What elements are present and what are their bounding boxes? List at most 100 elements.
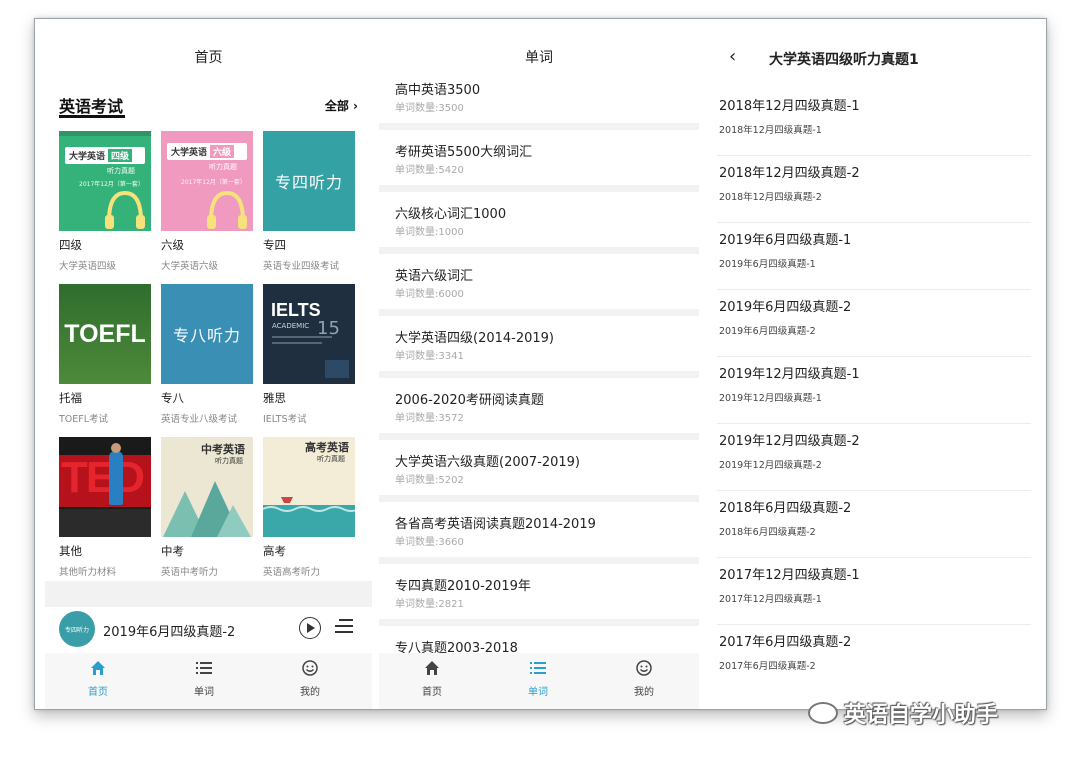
- card-name: 专八: [161, 391, 184, 405]
- list-icon: [169, 659, 239, 677]
- app-screenshot-frame: 首页 英语考试 全部 › 大学英语 四级 听力真题 2017年12月（第一套）: [34, 18, 1047, 710]
- list-item[interactable]: 大学英语四级(2014-2019) 单词数量:3341: [379, 323, 699, 385]
- playlist-icon[interactable]: [335, 617, 353, 635]
- exam-card-gaokao[interactable]: 高考英语 听力真题 高考 英语高考听力: [263, 437, 355, 578]
- card-sub: 英语高考听力: [263, 567, 321, 578]
- word-book-count: 单词数量:3500: [395, 103, 464, 114]
- list-item[interactable]: 2017年12月四级真题-1 2017年12月四级真题-1: [717, 558, 1031, 625]
- cover-zhongkao-sub: 听力真题: [215, 457, 243, 465]
- list-item[interactable]: 考研英语5500大纲词汇 单词数量:5420: [379, 137, 699, 199]
- list-item[interactable]: 2019年12月四级真题-2 2019年12月四级真题-2: [717, 424, 1031, 491]
- exam-card-ielts[interactable]: IELTS ACADEMIC 15 雅思 IELTS考试: [263, 284, 355, 425]
- cover-cet6-tag: 六级: [210, 145, 235, 158]
- cover-zhongkao-text: 中考英语: [201, 443, 245, 456]
- list-item[interactable]: 2017年6月四级真题-2 2017年6月四级真题-2: [717, 625, 1031, 692]
- tab-words[interactable]: 单词: [169, 659, 239, 698]
- see-all-link[interactable]: 全部 ›: [325, 97, 358, 114]
- tab-label: 单词: [528, 687, 548, 698]
- episode-subtitle: 2017年6月四级真题-2: [719, 661, 816, 672]
- exam-card-tem8[interactable]: 专八听力 专八 英语专业八级考试: [161, 284, 253, 425]
- word-book-count: 单词数量:3660: [395, 537, 464, 548]
- cover-ielts-text: IELTS: [271, 300, 321, 320]
- episode-subtitle: 2019年12月四级真题-1: [719, 393, 822, 404]
- exam-card-other[interactable]: TED 其他 其他听力材料: [59, 437, 151, 578]
- list-icon: [503, 659, 573, 677]
- exam-card-cet6[interactable]: 大学英语 六级 听力真题 2017年12月（第一套） 六级 大学英语六级: [161, 131, 253, 272]
- episode-subtitle: 2019年6月四级真题-2: [719, 326, 816, 337]
- cover-tem8-text: 专八听力: [172, 326, 241, 345]
- list-item[interactable]: 大学英语六级真题(2007-2019) 单词数量:5202: [379, 447, 699, 509]
- cover-tem4-text: 专四听力: [274, 173, 343, 192]
- list-separator: [379, 495, 699, 502]
- tab-words[interactable]: 单词: [503, 659, 573, 698]
- tab-mine[interactable]: 我的: [275, 659, 345, 698]
- list-separator: [379, 371, 699, 378]
- list-separator: [379, 433, 699, 440]
- mini-player[interactable]: 专四听力 2019年6月四级真题-2: [45, 607, 372, 653]
- headphones-icon: [207, 190, 247, 229]
- list-separator: [379, 309, 699, 316]
- list-item[interactable]: 2019年12月四级真题-1 2019年12月四级真题-1: [717, 357, 1031, 424]
- episode-subtitle: 2017年12月四级真题-1: [719, 594, 822, 605]
- play-icon[interactable]: [299, 617, 321, 639]
- list-separator: [379, 247, 699, 254]
- player-avatar[interactable]: 专四听力: [59, 611, 95, 647]
- list-item[interactable]: 2019年6月四级真题-1 2019年6月四级真题-1: [717, 223, 1031, 290]
- list-item[interactable]: 六级核心词汇1000 单词数量:1000: [379, 199, 699, 261]
- watermark: 英语自学小助手: [808, 693, 1058, 733]
- tab-home[interactable]: 首页: [397, 659, 467, 698]
- headphones-icon: [105, 190, 145, 229]
- tab-home[interactable]: 首页: [63, 659, 133, 698]
- card-sub: 其他听力材料: [59, 567, 117, 578]
- word-book-count: 单词数量:6000: [395, 289, 464, 300]
- cover-toefl-text: TOEFL: [64, 319, 146, 348]
- list-item[interactable]: 2018年6月四级真题-2 2018年6月四级真题-2: [717, 491, 1031, 558]
- card-sub: IELTS考试: [263, 414, 307, 425]
- cover-cet6-line3: 2017年12月（第一套）: [181, 179, 246, 186]
- list-item[interactable]: 高中英语3500 单词数量:3500: [379, 75, 699, 137]
- smile-icon: [609, 659, 679, 677]
- word-book-name: 英语六级词汇: [395, 269, 474, 284]
- tab-label: 单词: [194, 687, 214, 698]
- card-name: 四级: [59, 238, 82, 252]
- card-sub: TOEFL考试: [59, 414, 109, 425]
- player-track-title[interactable]: 2019年6月四级真题-2: [103, 621, 235, 640]
- word-book-count: 单词数量:5420: [395, 165, 464, 176]
- cover-other: TED: [59, 437, 151, 537]
- bottom-tab-bar: 首页 单词 我的: [379, 653, 699, 709]
- card-sub: 大学英语四级: [59, 261, 117, 272]
- card-name: 托福: [59, 391, 82, 405]
- episode-title: 2018年12月四级真题-1: [719, 99, 860, 114]
- exam-card-tem4[interactable]: 专四听力 专四 英语专业四级考试: [263, 131, 355, 272]
- card-sub: 英语中考听力: [161, 567, 219, 578]
- words-panel: 单词 高中英语3500 单词数量:3500 考研英语5500大纲词汇 单词数量:…: [379, 19, 699, 709]
- list-item[interactable]: 英语六级词汇 单词数量:6000: [379, 261, 699, 323]
- cover-gaokao-sub: 听力真题: [317, 455, 345, 463]
- word-book-name: 高中英语3500: [395, 83, 481, 98]
- list-item[interactable]: 2018年12月四级真题-1 2018年12月四级真题-1: [717, 89, 1031, 156]
- exam-card-zhongkao[interactable]: 中考英语 听力真题 中考 英语中考听力: [161, 437, 253, 578]
- exam-card-toefl[interactable]: TOEFL 托福 TOEFL考试: [59, 284, 151, 425]
- list-separator: [379, 619, 699, 626]
- word-book-count: 单词数量:5202: [395, 475, 464, 486]
- word-book-name: 专四真题2010-2019年: [395, 579, 531, 594]
- list-item[interactable]: 2006-2020考研阅读真题 单词数量:3572: [379, 385, 699, 447]
- word-book-name: 2006-2020考研阅读真题: [395, 393, 544, 408]
- word-book-name: 大学英语四级(2014-2019): [395, 331, 555, 346]
- list-item[interactable]: 各省高考英语阅读真题2014-2019 单词数量:3660: [379, 509, 699, 571]
- cover-tem4: 专四听力: [263, 131, 355, 231]
- back-icon[interactable]: ‹: [729, 46, 736, 67]
- cover-tem8: 专八听力: [161, 284, 253, 384]
- page-title: 首页: [194, 50, 223, 66]
- exam-card-cet4[interactable]: 大学英语 四级 听力真题 2017年12月（第一套） 四级 大学英语四级: [59, 131, 151, 272]
- episode-title: 2018年12月四级真题-2: [719, 166, 860, 181]
- list-item[interactable]: 2018年12月四级真题-2 2018年12月四级真题-2: [717, 156, 1031, 223]
- card-sub: 大学英语六级: [161, 261, 219, 272]
- episode-title: 2018年6月四级真题-2: [719, 501, 852, 516]
- list-item[interactable]: 2019年6月四级真题-2 2019年6月四级真题-2: [717, 290, 1031, 357]
- cover-cet6-line1: 大学英语: [171, 148, 208, 158]
- list-item[interactable]: 专四真题2010-2019年 单词数量:2821: [379, 571, 699, 633]
- bottom-tab-bar: 首页 单词 我的: [45, 653, 372, 709]
- tab-mine[interactable]: 我的: [609, 659, 679, 698]
- word-book-name: 考研英语5500大纲词汇: [395, 145, 533, 160]
